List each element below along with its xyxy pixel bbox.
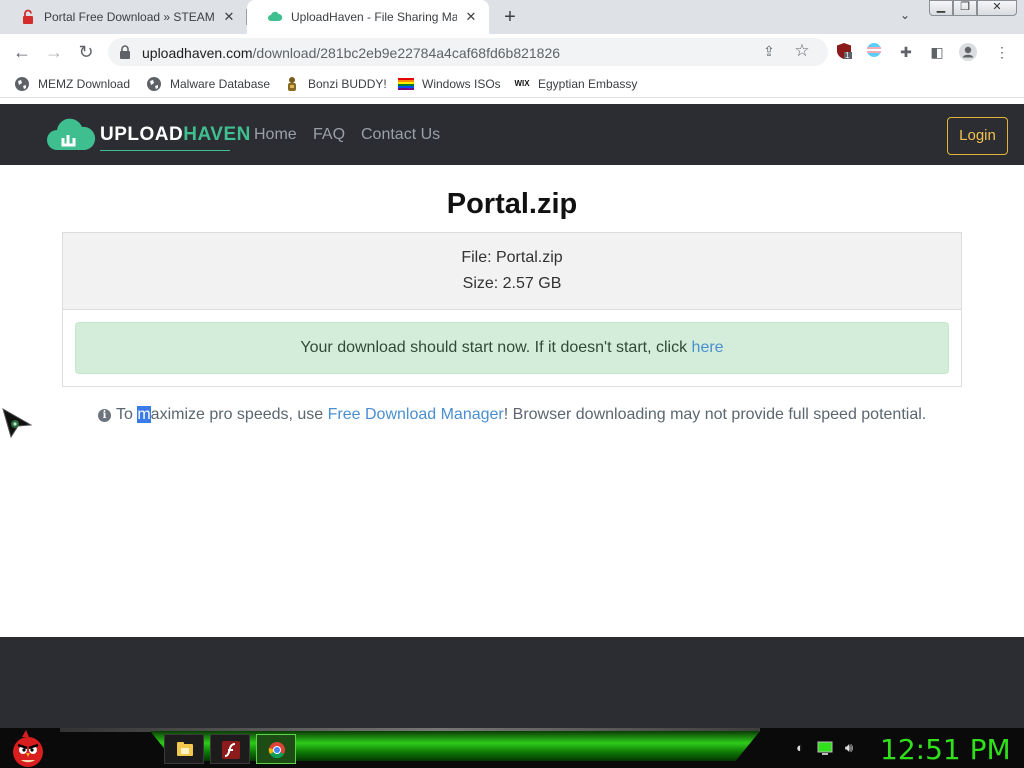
taskbar-chrome[interactable] xyxy=(256,734,296,764)
bookmark-label: MEMZ Download xyxy=(38,77,131,91)
rainbow-flag-icon xyxy=(398,78,414,90)
bookmark-label: Windows ISOs xyxy=(422,77,501,91)
bookmark-bonzi-buddy[interactable]: Bonzi BUDDY! xyxy=(284,74,387,94)
info-icon: i xyxy=(98,409,111,422)
site-navbar: UPLOADHAVEN Home FAQ Contact Us Login xyxy=(0,104,1024,165)
network-monitor-icon[interactable] xyxy=(817,740,833,756)
bonzi-icon xyxy=(288,77,296,91)
taskbar-file-explorer[interactable] xyxy=(164,734,204,764)
page-title: Portal.zip xyxy=(446,188,578,220)
manual-download-link[interactable]: here xyxy=(692,339,724,356)
taskbar-flash[interactable] xyxy=(210,734,250,764)
tab-search-chevron-icon[interactable]: ⌄ xyxy=(893,8,917,26)
taskbar-clock[interactable]: 12:51 PM xyxy=(880,733,1011,766)
restore-button[interactable]: ❐ xyxy=(953,0,977,16)
file-info: File: Portal.zip Size: 2.57 GB xyxy=(63,233,961,310)
nav-home[interactable]: Home xyxy=(254,126,297,144)
mouse-cursor-icon xyxy=(2,408,32,438)
steamunlocked-favicon-icon xyxy=(23,9,33,24)
tip-text-end: ! Browser downloading may not provide fu… xyxy=(503,406,927,423)
url-text: uploadhaven.com/download/281bc2eb9e22784… xyxy=(142,45,560,61)
bookmarks-bar: MEMZ Download Malware Database Bonzi BUD… xyxy=(0,70,1024,98)
lock-icon xyxy=(120,45,130,59)
logo-underline xyxy=(100,150,230,151)
file-name-line: File: Portal.zip xyxy=(461,249,563,266)
volume-icon[interactable]: 🔊︎ xyxy=(841,740,857,756)
tip-text-middle: aximize pro speeds, use xyxy=(150,406,328,423)
ublock-extension-icon[interactable]: 1 xyxy=(834,42,854,62)
download-started-alert: Your download should start now. If it do… xyxy=(75,322,949,374)
tab-steamunlocked[interactable]: Portal Free Download » STEAMUNLOCKED ✕ xyxy=(0,0,247,34)
tab-title: Portal Free Download » STEAMUNLOCKED xyxy=(44,10,215,24)
login-button[interactable]: Login xyxy=(947,117,1008,155)
trans-flag-circle-icon xyxy=(867,43,881,57)
bookmark-memz[interactable]: MEMZ Download xyxy=(14,74,130,94)
close-window-button[interactable]: ✕ xyxy=(977,0,1017,16)
site-footer xyxy=(0,637,1024,728)
tab-title: UploadHaven - File Sharing Made Simple xyxy=(291,10,457,24)
back-button[interactable]: ← xyxy=(10,40,34,64)
url-path: /download/281bc2eb9e22784a4caf68fd6b8218… xyxy=(252,45,561,61)
file-explorer-icon xyxy=(177,742,193,756)
cloud-logo-icon xyxy=(47,118,96,150)
logo-haven: HAVEN xyxy=(183,124,251,145)
nav-contact-us[interactable]: Contact Us xyxy=(361,126,440,144)
extension-badge: 1 xyxy=(845,51,850,60)
free-download-manager-link[interactable]: Free Download Manager xyxy=(328,406,504,423)
menu-kebab-icon[interactable]: ⋮ xyxy=(992,42,1012,62)
profile-avatar-icon[interactable] xyxy=(958,42,978,62)
tray-app-icon[interactable]: ◐ xyxy=(792,740,808,756)
bookmark-windows-isos[interactable]: Windows ISOs xyxy=(398,74,501,94)
file-size-line: Size: 2.57 GB xyxy=(462,275,562,292)
bookmark-label: Egyptian Embassy xyxy=(538,77,638,91)
extensions-puzzle-icon[interactable]: ✚ xyxy=(896,42,916,62)
uploadhaven-logo[interactable]: UPLOADHAVEN xyxy=(46,114,250,156)
bookmark-label: Malware Database xyxy=(170,77,271,91)
bookmark-star-icon[interactable]: ☆ xyxy=(792,41,812,61)
selected-text: m xyxy=(137,406,151,423)
taskbar: ◐ 🔊︎ 12:51 PM xyxy=(0,728,1024,768)
forward-button[interactable]: → xyxy=(42,40,66,64)
logo-wordmark: UPLOADHAVEN xyxy=(100,124,251,146)
tip-text-start: To xyxy=(116,406,138,423)
share-icon[interactable]: ⇪ xyxy=(760,43,778,61)
bookmark-egyptian-embassy[interactable]: WIX Egyptian Embassy xyxy=(514,74,637,94)
shield-icon xyxy=(837,43,852,59)
wix-icon: WIX xyxy=(514,79,530,88)
globe-icon xyxy=(147,77,161,91)
start-button-angry-bird-icon[interactable] xyxy=(8,728,48,768)
pride-extension-icon[interactable] xyxy=(864,42,884,62)
globe-icon xyxy=(15,77,29,91)
avatar xyxy=(959,43,977,61)
url-host: uploadhaven.com xyxy=(142,45,253,61)
download-card: File: Portal.zip Size: 2.57 GB Your down… xyxy=(62,232,962,387)
nav-faq[interactable]: FAQ xyxy=(313,126,345,144)
bookmark-malware-database[interactable]: Malware Database xyxy=(146,74,270,94)
alert-text: Your download should start now. If it do… xyxy=(300,339,692,356)
flash-icon xyxy=(222,741,240,759)
new-tab-button[interactable]: + xyxy=(498,5,522,29)
reload-button[interactable]: ↻ xyxy=(74,40,98,64)
tab-close-icon[interactable]: ✕ xyxy=(463,9,479,25)
tab-close-icon[interactable]: ✕ xyxy=(221,9,237,25)
side-panel-icon[interactable]: ◧ xyxy=(927,42,947,62)
minimize-button[interactable]: ▁ xyxy=(929,0,953,16)
uploadhaven-favicon-icon xyxy=(268,11,283,21)
address-bar[interactable]: uploadhaven.com/download/281bc2eb9e22784… xyxy=(108,38,828,66)
logo-upload: UPLOAD xyxy=(100,124,184,145)
browser-toolbar: ← → ↻ uploadhaven.com/download/281bc2eb9… xyxy=(0,34,1024,70)
tab-uploadhaven[interactable]: UploadHaven - File Sharing Made Simple ✕ xyxy=(247,0,489,34)
bookmark-label: Bonzi BUDDY! xyxy=(308,77,387,91)
tab-strip: Portal Free Download » STEAMUNLOCKED ✕ U… xyxy=(0,0,1024,34)
chrome-icon xyxy=(268,742,285,759)
speed-tip: i To maximize pro speeds, use Free Downlo… xyxy=(98,406,926,424)
